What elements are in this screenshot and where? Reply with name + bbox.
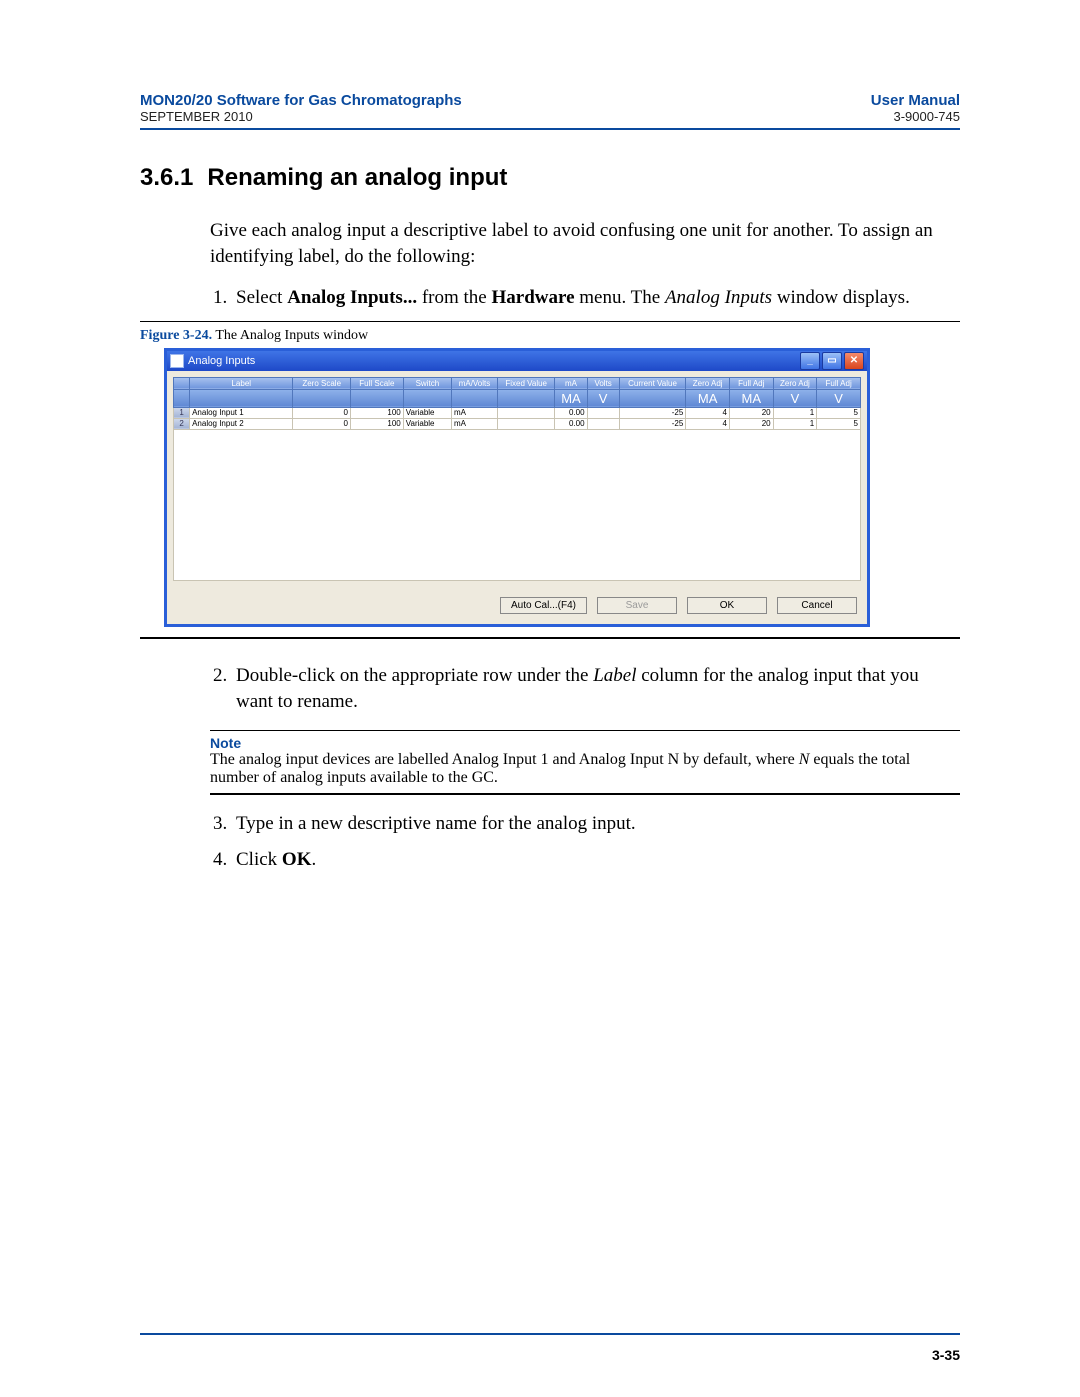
- figure-caption: Figure 3-24. The Analog Inputs window: [140, 328, 960, 344]
- section-title: Renaming an analog input: [207, 164, 507, 191]
- step-3: Type in a new descriptive name for the a…: [232, 811, 960, 837]
- header-date: SEPTEMBER 2010: [140, 109, 462, 124]
- steps-list-cont: Double-click on the appropriate row unde…: [140, 663, 960, 714]
- figure-rule-bottom: [140, 637, 960, 639]
- footer-rule: [140, 1333, 960, 1335]
- label-cell[interactable]: Analog Input 1: [190, 407, 293, 418]
- section-heading: 3.6.1 Renaming an analog input: [140, 164, 960, 192]
- figure-label: Figure 3-24.: [140, 328, 212, 343]
- grid-area: Label Zero Scale Full Scale Switch mA/Vo…: [167, 371, 867, 587]
- note-block: Note The analog input devices are labell…: [210, 730, 960, 795]
- window-titlebar[interactable]: Analog Inputs _ ▭ ✕: [167, 351, 867, 371]
- header-right: User Manual 3-9000-745: [871, 92, 960, 124]
- table-row[interactable]: 2 Analog Input 2 0 100 Variable mA 0.00 …: [174, 418, 861, 429]
- window-control-buttons: _ ▭ ✕: [800, 352, 864, 370]
- doc-type: User Manual: [871, 92, 960, 109]
- steps-list-cont2: Type in a new descriptive name for the a…: [140, 811, 960, 872]
- header-left: MON20/20 Software for Gas Chromatographs…: [140, 92, 462, 124]
- page-header: MON20/20 Software for Gas Chromatographs…: [140, 92, 960, 130]
- figure-text: The Analog Inputs window: [212, 328, 368, 343]
- window-button-row: Auto Cal...(F4) Save OK Cancel: [167, 587, 867, 624]
- table-row[interactable]: 1 Analog Input 1 0 100 Variable mA 0.00 …: [174, 407, 861, 418]
- window-app-icon: [170, 354, 184, 368]
- minimize-button[interactable]: _: [800, 352, 820, 370]
- step-1: Select Analog Inputs... from the Hardwar…: [232, 285, 960, 311]
- section-number: 3.6.1: [140, 164, 193, 192]
- note-text: The analog input devices are labelled An…: [210, 751, 960, 787]
- analog-inputs-window: Analog Inputs _ ▭ ✕ Label Zero Scale: [164, 348, 870, 627]
- save-button[interactable]: Save: [597, 597, 677, 614]
- window-title: Analog Inputs: [188, 355, 255, 367]
- autocal-button[interactable]: Auto Cal...(F4): [500, 597, 587, 614]
- steps-list: Select Analog Inputs... from the Hardwar…: [140, 285, 960, 311]
- product-title: MON20/20 Software for Gas Chromatographs: [140, 92, 462, 109]
- page-number: 3-35: [932, 1347, 960, 1363]
- ok-button[interactable]: OK: [687, 597, 767, 614]
- analog-inputs-table[interactable]: Label Zero Scale Full Scale Switch mA/Vo…: [173, 377, 861, 430]
- grid-empty-area[interactable]: [173, 430, 861, 581]
- intro-block: Give each analog input a descriptive lab…: [210, 218, 960, 269]
- step-2: Double-click on the appropriate row unde…: [232, 663, 960, 714]
- step-4: Click OK.: [232, 847, 960, 873]
- figure-rule-top: [140, 321, 960, 322]
- cancel-button[interactable]: Cancel: [777, 597, 857, 614]
- intro-text: Give each analog input a descriptive lab…: [210, 218, 960, 269]
- maximize-button[interactable]: ▭: [822, 352, 842, 370]
- note-label: Note: [210, 735, 960, 751]
- label-cell[interactable]: Analog Input 2: [190, 418, 293, 429]
- note-rule-top: [210, 730, 960, 731]
- table-subheader-row: MA V MA MA V V: [174, 389, 861, 407]
- table-header-row: Label Zero Scale Full Scale Switch mA/Vo…: [174, 377, 861, 389]
- page: MON20/20 Software for Gas Chromatographs…: [0, 0, 1080, 1397]
- close-button[interactable]: ✕: [844, 352, 864, 370]
- doc-number: 3-9000-745: [871, 109, 960, 124]
- note-rule-bottom: [210, 793, 960, 795]
